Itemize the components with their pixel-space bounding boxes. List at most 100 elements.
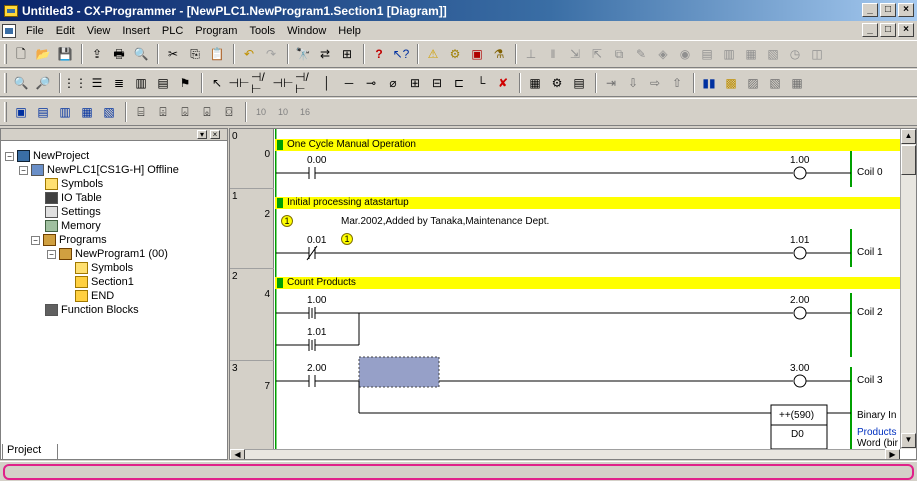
tree-item-plc[interactable]: − NewPLC1[CS1G-H] Offline (19, 163, 179, 177)
line-connect-icon[interactable]: └ (471, 73, 491, 93)
display-10b-icon[interactable]: 10 (273, 102, 293, 122)
new-nt-contact-icon[interactable]: ⊟ (427, 73, 447, 93)
horizontal-line-icon[interactable]: ─ (339, 73, 359, 93)
address-reference-icon[interactable]: ▦ (77, 102, 97, 122)
new-file-icon[interactable]: 🗋 (11, 44, 31, 64)
close-button[interactable]: × (898, 3, 914, 17)
rung-comment[interactable]: Count Products (275, 277, 900, 289)
rung-header[interactable]: 2 4 (230, 269, 274, 361)
display-16-icon[interactable]: 16 (295, 102, 315, 122)
new-or-closed-contact-icon[interactable]: ⊣/⊢ (295, 71, 315, 95)
new-closed-contact-icon[interactable]: ⊣/⊢ (251, 71, 271, 95)
watch-icon[interactable]: ▥ (55, 102, 75, 122)
help-icon[interactable]: ? (369, 44, 389, 64)
new-instruction-icon[interactable]: ⊏ (449, 73, 469, 93)
project-workspace-icon[interactable]: ▣ (11, 102, 31, 122)
upload-icon[interactable]: ⇪ (87, 44, 107, 64)
view-ladder-icon[interactable]: ⌸ (131, 102, 151, 122)
collapse-icon[interactable]: − (47, 249, 56, 259)
step-out-icon[interactable]: ⇧ (667, 73, 687, 93)
properties-icon[interactable]: ▧ (99, 102, 119, 122)
rung-comment[interactable]: One Cycle Manual Operation (275, 139, 900, 151)
scroll-right-icon[interactable]: ▶ (885, 449, 900, 459)
io-comment-icon[interactable]: ▦ (525, 73, 545, 93)
new-contact-icon[interactable]: ⊣⊢ (229, 73, 250, 93)
toggle-bit-icon[interactable]: ⚑ (175, 73, 195, 93)
view-symbols-icon[interactable]: ⌻ (197, 102, 217, 122)
print-preview-icon[interactable]: 🔍 (131, 44, 151, 64)
program-settings-icon[interactable]: ⚙ (547, 73, 567, 93)
scroll-up-icon[interactable]: ▲ (901, 129, 916, 144)
document-icon[interactable] (2, 23, 16, 38)
io-table-icon[interactable]: ▦ (741, 44, 761, 64)
tree-item-symbols[interactable]: Symbols (45, 177, 103, 191)
replace-icon[interactable]: ⇄ (315, 44, 335, 64)
vertical-scrollbar[interactable]: ▲ ▼ (900, 129, 916, 449)
doc-restore-button[interactable]: □ (880, 23, 896, 37)
online-edit-icon[interactable]: ✎ (631, 44, 651, 64)
plc-clock-icon[interactable]: ◷ (785, 44, 805, 64)
redo-icon[interactable]: ↷ (261, 44, 281, 64)
instruction-operand[interactable]: D0 (791, 429, 804, 440)
scroll-left-icon[interactable]: ◀ (230, 449, 245, 459)
toolbar-grip[interactable] (4, 44, 7, 64)
tree-item-io-table[interactable]: IO Table (45, 191, 102, 205)
workspace-close-icon[interactable]: × (210, 130, 220, 139)
program-check-icon[interactable]: ▣ (467, 44, 487, 64)
view-mnemonic-icon[interactable]: ⌹ (153, 102, 173, 122)
tree-item-programs[interactable]: − Programs (31, 233, 107, 247)
tree-item-memory[interactable]: Memory (45, 219, 101, 233)
grid-icon[interactable]: ⋮⋮ (63, 73, 87, 93)
doc-minimize-button[interactable]: _ (862, 23, 878, 37)
data-trace-icon[interactable]: ▤ (697, 44, 717, 64)
run-mode-icon[interactable]: ⊥ (521, 44, 541, 64)
paste-icon[interactable]: 📋 (207, 44, 227, 64)
compile-icon[interactable]: ⚙ (445, 44, 465, 64)
doc-close-button[interactable]: × (898, 23, 914, 37)
new-coil-icon[interactable]: ⊸ (361, 73, 381, 93)
new-closed-coil-icon[interactable]: ⌀ (383, 73, 403, 93)
pause-icon[interactable]: ‖ (543, 44, 563, 64)
cut-icon[interactable]: ✂ (163, 44, 183, 64)
ladder-canvas[interactable]: One Cycle Manual Operation 0.00 1.00 Coi… (275, 129, 900, 449)
menu-tools[interactable]: Tools (243, 25, 281, 37)
tree-item-settings[interactable]: Settings (45, 205, 101, 219)
annotation-marker-icon[interactable]: 1 (281, 215, 293, 227)
symbol-table-icon[interactable]: ▤ (569, 73, 589, 93)
view-st-icon[interactable]: ⌺ (175, 102, 195, 122)
copy-icon[interactable]: ⎘ (185, 44, 205, 64)
monitor-icon[interactable]: ◈ (653, 44, 673, 64)
select-mode-icon[interactable]: ↖ (207, 73, 227, 93)
fb-transfer-icon[interactable]: ▧ (765, 73, 785, 93)
print-icon[interactable]: 🖶 (109, 44, 129, 64)
compile-all-icon[interactable]: ⇥ (601, 73, 621, 93)
toolbar-grip[interactable] (4, 102, 7, 122)
maximize-button[interactable]: □ (880, 3, 896, 17)
menu-edit[interactable]: Edit (50, 25, 81, 37)
warning-icon[interactable]: ⚠ (423, 44, 443, 64)
compare-icon[interactable]: ⧉ (609, 44, 629, 64)
undo-icon[interactable]: ↶ (239, 44, 259, 64)
monitor-in-hex-icon[interactable]: ▥ (131, 73, 151, 93)
plc-info-icon[interactable]: ◫ (807, 44, 827, 64)
menu-plc[interactable]: PLC (156, 25, 189, 37)
display-10-icon[interactable]: 10 (251, 102, 271, 122)
tree-item-section1[interactable]: Section1 (75, 275, 134, 289)
view-sfc-icon[interactable]: ⌼ (219, 102, 239, 122)
show-comments-icon[interactable]: ☰ (87, 73, 107, 93)
new-pt-contact-icon[interactable]: ⊞ (405, 73, 425, 93)
work-online-icon[interactable]: ⚗ (489, 44, 509, 64)
context-help-icon[interactable]: ↖? (391, 44, 411, 64)
tree-item-project[interactable]: − NewProject (5, 149, 89, 163)
transfer-from-plc-icon[interactable]: ⇱ (587, 44, 607, 64)
tree-item-end[interactable]: END (75, 289, 114, 303)
zoom-in-icon[interactable]: 🔎 (33, 73, 53, 93)
horizontal-scrollbar[interactable]: ◀ ▶ (230, 449, 900, 459)
step-over-icon[interactable]: ⇨ (645, 73, 665, 93)
save-icon[interactable]: 💾 (55, 44, 75, 64)
rung-annotation-icon[interactable]: ≣ (109, 73, 129, 93)
menu-help[interactable]: Help (332, 25, 367, 37)
annotation-marker-icon[interactable]: 1 (341, 233, 353, 245)
fb-compare-icon[interactable]: ▦ (787, 73, 807, 93)
toolbar-grip[interactable] (4, 73, 7, 93)
